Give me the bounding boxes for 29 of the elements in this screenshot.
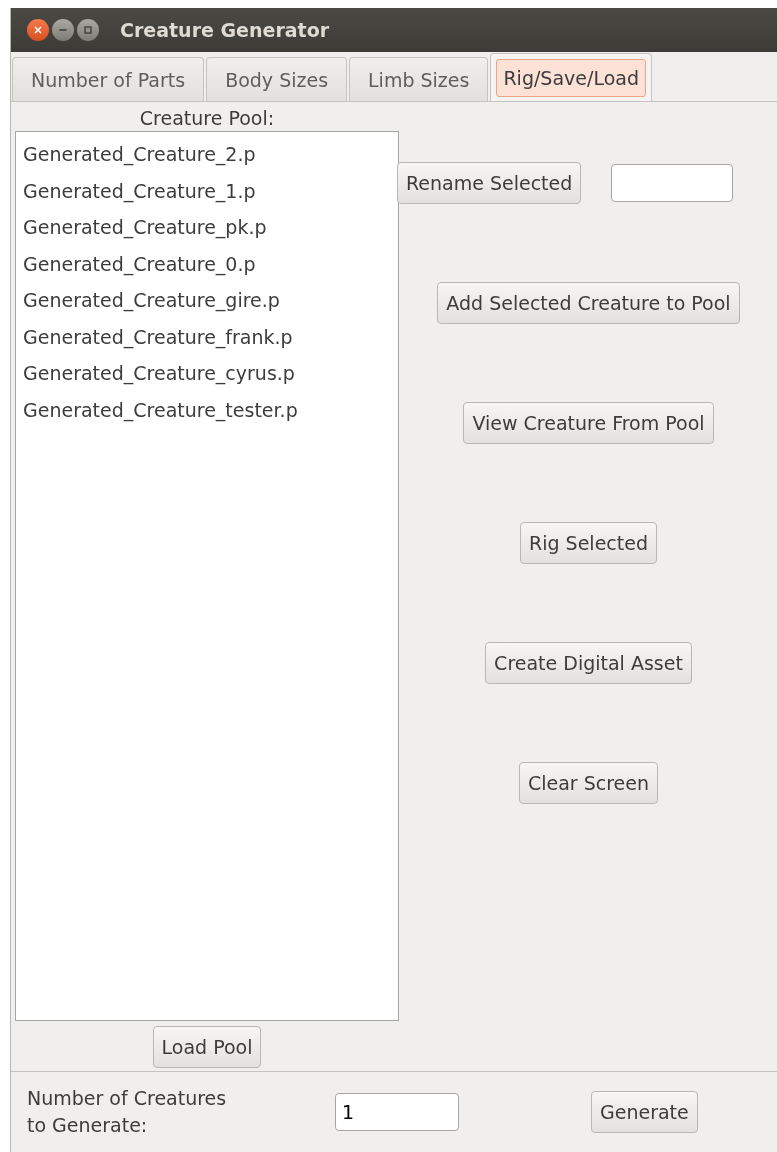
close-icon[interactable]	[27, 19, 49, 41]
rename-button[interactable]: Rename Selected	[397, 162, 582, 204]
list-item[interactable]: Generated_Creature_frank.p	[16, 318, 398, 355]
load-pool-button[interactable]: Load Pool	[152, 1026, 262, 1068]
tab[interactable]: Body Sizes	[206, 57, 348, 101]
list-item[interactable]: Generated_Creature_gire.p	[16, 282, 398, 319]
generate-button[interactable]: Generate	[591, 1091, 698, 1133]
tab[interactable]: Number of Parts	[12, 57, 205, 101]
minimize-icon[interactable]	[52, 19, 74, 41]
list-item[interactable]: Generated_Creature_1.p	[16, 172, 398, 209]
creature-list[interactable]: Generated_Creature_2.p Generated_Creature_1.p Generated_Creature_pk.p Generated_Creature_0.p Generated_Creature_gire.p Generated_Creature_frank.p Generated_Creature_cyrus.p Generated_Creature_tester.p	[15, 131, 399, 1021]
list-item[interactable]: Generated_Creature_pk.p	[16, 209, 398, 246]
count-label: Number of Creatures to Generate:	[27, 1086, 228, 1138]
tab[interactable]: Limb Sizes	[349, 57, 489, 101]
name-field[interactable]	[611, 164, 734, 202]
action-button[interactable]: View Creature From Pool	[463, 402, 714, 444]
action-button[interactable]: Clear Screen	[518, 762, 659, 804]
window-title: Creature Generator	[120, 19, 330, 41]
list-item[interactable]: Generated_Creature_cyrus.p	[16, 355, 398, 392]
list-label: Creature Pool:	[139, 107, 275, 129]
tab[interactable]: Rig/Save/Load	[490, 53, 652, 101]
list-item[interactable]: Generated_Creature_0.p	[16, 245, 398, 282]
list-item[interactable]: Generated_Creature_2.p	[16, 136, 398, 173]
list-item[interactable]: Generated_Creature_tester.p	[16, 391, 398, 428]
count-field[interactable]: 1	[335, 1093, 459, 1131]
maximize-icon[interactable]	[77, 19, 99, 41]
action-button[interactable]: Create Digital Asset	[485, 642, 692, 684]
action-button[interactable]: Rig Selected	[520, 522, 657, 564]
action-button[interactable]: Add Selected Creature to Pool	[437, 282, 740, 324]
